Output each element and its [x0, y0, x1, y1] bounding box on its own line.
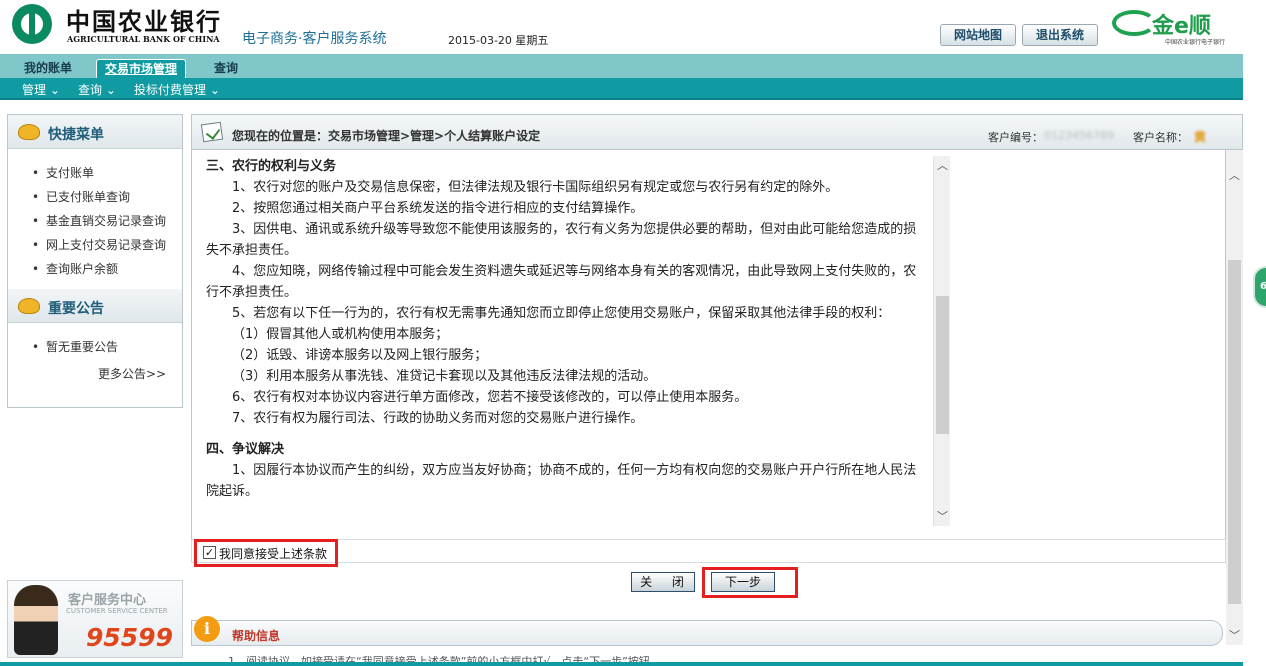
sidebar-item-balance[interactable]: 查询账户余额	[32, 257, 182, 281]
section-title: 四、争议解决	[206, 442, 285, 457]
service-center-title: 客户服务中心	[68, 593, 147, 608]
agree-row	[191, 539, 1226, 563]
logout-button[interactable]: 退出系统	[1022, 24, 1098, 46]
notice-header: 重要公告	[8, 289, 182, 323]
close-button[interactable]: 关 闭	[631, 572, 695, 592]
header: 中国农业银行 AGRICULTURAL BANK OF CHINA 电子商务·客…	[0, 0, 1266, 54]
terms-textarea[interactable]: 三、农行的权利与义务 1、农行对您的账户及交易信息保密，但法律法规及银行卡国际组…	[194, 154, 950, 528]
page-scroll-up-icon[interactable]: ︿	[1229, 170, 1240, 181]
notice-title: 重要公告	[48, 301, 104, 317]
terms-paragraph: 1、农行对您的账户及交易信息保密，但法律法规及银行卡国际组织另有规定或您与农行另…	[232, 180, 839, 195]
hat-icon	[18, 298, 40, 314]
bank-name-cn: 中国农业银行	[66, 7, 222, 36]
service-agent-image	[14, 585, 58, 655]
help-bar[interactable]	[191, 620, 1223, 646]
terms-subparagraph: （1）假冒其他人或机构使用本服务；	[232, 327, 449, 342]
hat-icon	[18, 124, 40, 140]
terms-paragraph: 4、您应知晓，网络传输过程中可能会发生资料遗失或延迟等与网络本身有关的客观情况，…	[206, 264, 917, 300]
abc-logo-icon	[12, 4, 52, 44]
scroll-down-icon[interactable]: ﹀	[937, 511, 948, 522]
subnav-manage[interactable]: 管理 ⌄	[22, 81, 60, 98]
scroll-up-icon[interactable]: ︿	[937, 160, 948, 171]
current-date: 2015-03-20 星期五	[448, 34, 549, 47]
terms-paragraph: 1、因履行本协议而产生的纠纷，双方应当友好协商；协商不成的，任何一方均有权向您的…	[206, 463, 917, 499]
customer-name-label: 客户名称：	[1133, 131, 1188, 144]
terms-subparagraph: （2）诋毁、诽谤本服务以及网上银行服务；	[232, 348, 488, 363]
sidebar-item-fund-records[interactable]: 基金直销交易记录查询	[32, 209, 182, 233]
notice-list: 暂无重要公告	[8, 323, 182, 363]
info-icon: i	[194, 616, 220, 642]
quick-menu-header: 快捷菜单	[8, 115, 182, 149]
section-title: 三、农行的权利与义务	[206, 159, 337, 174]
customer-service-banner[interactable]: 客户服务中心 CUSTOMER SERVICE CENTER 95599	[7, 580, 183, 658]
terms-paragraph: 5、若您有以下任一行为的，农行有权无需事先通知您而立即停止您使用交易账户，保留采…	[232, 306, 891, 321]
sitemap-button[interactable]: 网站地图	[940, 24, 1016, 46]
terms-paragraph: 2、按照您通过相关商户平台系统发送的指令进行相应的支付结算操作。	[232, 201, 644, 216]
bank-name-en: AGRICULTURAL BANK OF CHINA	[67, 34, 220, 44]
tab-market-management[interactable]: 交易市场管理	[96, 59, 187, 78]
brand-logo-text: 金e顺	[1152, 14, 1211, 39]
terms-paragraph: 6、农行有权对本协议内容进行单方面修改，您若不接受该修改的，可以停止使用本服务。	[232, 390, 748, 405]
system-name: 电子商务·客户服务系统	[242, 31, 387, 47]
sidebar-panel: 快捷菜单 支付账单 已支付账单查询 基金直销交易记录查询 网上支付交易记录查询 …	[7, 114, 183, 408]
breadcrumb: 您现在的位置是：交易市场管理>管理>个人结算账户设定 客户编号： 0123456…	[191, 114, 1243, 150]
next-highlight-box	[702, 567, 798, 598]
page-scrollbar-thumb[interactable]	[1228, 260, 1241, 604]
page-scroll-down-icon[interactable]: ﹀	[1229, 630, 1240, 641]
tab-my-bills[interactable]: 我的账单	[16, 59, 80, 78]
service-center-en: CUSTOMER SERVICE CENTER	[66, 607, 168, 615]
customer-id-value: 0123456789	[1044, 129, 1114, 142]
more-notices-link[interactable]: 更多公告>>	[8, 365, 182, 382]
location-icon	[200, 121, 224, 143]
customer-id-label: 客户编号：	[988, 131, 1043, 144]
main-tabs: 我的账单 交易市场管理 查询	[0, 54, 1243, 78]
sidebar-item-paid-bills[interactable]: 已支付账单查询	[32, 185, 182, 209]
subnav-bid-fee[interactable]: 投标付费管理 ⌄	[134, 81, 220, 98]
service-number: 95599	[86, 623, 173, 652]
notice-item[interactable]: 暂无重要公告	[32, 335, 182, 359]
agree-highlight-box	[194, 539, 338, 567]
subnav-query[interactable]: 查询 ⌄	[78, 81, 116, 98]
customer-name-value: 黄	[1194, 130, 1207, 144]
terms-content: 三、农行的权利与义务 1、农行对您的账户及交易信息保密，但法律法规及银行卡国际组…	[194, 154, 950, 502]
terms-paragraph: 7、农行有权为履行司法、行政的协助义务而对您的交易账户进行操作。	[232, 411, 644, 426]
bottom-divider	[0, 662, 1243, 666]
sidebar-item-online-payment-records[interactable]: 网上支付交易记录查询	[32, 233, 182, 257]
terms-subparagraph: （3）利用本服务从事洗钱、准贷记卡套现以及其他违反法律法规的活动。	[232, 369, 657, 384]
floating-widget[interactable]: 6	[1253, 266, 1266, 308]
breadcrumb-text: 您现在的位置是：交易市场管理>管理>个人结算账户设定	[232, 129, 541, 143]
brand-logo-subtext: 中国农业银行电子银行	[1165, 39, 1226, 46]
tab-query[interactable]: 查询	[206, 59, 246, 78]
scrollbar-thumb[interactable]	[936, 296, 949, 434]
sub-navigation: 管理 ⌄ 查询 ⌄ 投标付费管理 ⌄	[0, 78, 1243, 100]
terms-scrollbar[interactable]: ︿ ﹀	[933, 156, 950, 526]
quick-menu-title: 快捷菜单	[48, 127, 104, 143]
sidebar-item-pay-bill[interactable]: 支付账单	[32, 161, 182, 185]
help-title: 帮助信息	[232, 629, 281, 643]
quick-menu-list: 支付账单 已支付账单查询 基金直销交易记录查询 网上支付交易记录查询 查询账户余…	[8, 149, 182, 285]
jin-e-shun-logo-icon	[1112, 10, 1156, 36]
terms-paragraph: 3、因供电、通讯或系统升级等导致您不能使用该服务的，农行有义务为您提供必要的帮助…	[206, 222, 917, 258]
page-scrollbar[interactable]: ︿ ﹀	[1226, 150, 1243, 645]
